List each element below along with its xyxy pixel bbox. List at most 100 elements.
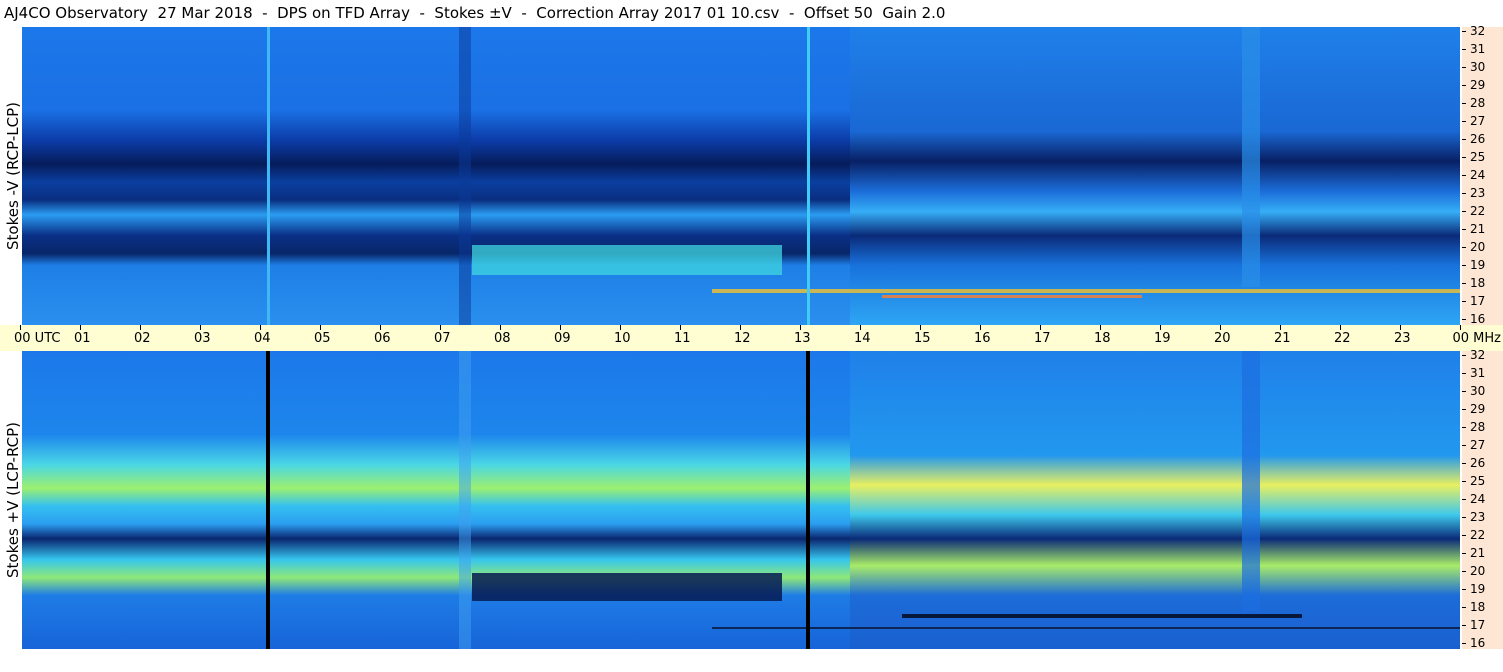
utc-tick-label: 11 (674, 331, 691, 346)
freq-tick (1462, 139, 1466, 140)
freq-tick (1462, 409, 1466, 410)
utc-tick (680, 325, 681, 330)
utc-tick (620, 325, 621, 330)
utc-tick-label: 03 (194, 331, 211, 346)
utc-tick-label: 10 (614, 331, 631, 346)
utc-tick-label: 00 MHz (1452, 331, 1502, 346)
freq-tick (1462, 85, 1466, 86)
utc-tick (320, 325, 321, 330)
freq-tick (1462, 607, 1466, 608)
freq-tick-label: 28 (1470, 96, 1486, 110)
freq-tick (1462, 67, 1466, 68)
freq-tick (1462, 121, 1466, 122)
utc-tick-label: 12 (734, 331, 751, 346)
utc-tick (740, 325, 741, 330)
utc-tick (1100, 325, 1101, 330)
freq-tick-label: 27 (1470, 114, 1486, 128)
freq-tick (1462, 247, 1466, 248)
freq-tick (1462, 463, 1466, 464)
freq-tick-label: 23 (1470, 510, 1486, 524)
utc-tick (140, 325, 141, 330)
utc-tick-label: 14 (854, 331, 871, 346)
freq-tick-label: 32 (1470, 348, 1486, 362)
freq-tick-label: 21 (1470, 546, 1486, 560)
utc-tick (260, 325, 261, 330)
utc-tick-label: 13 (794, 331, 811, 346)
utc-tick (440, 325, 441, 330)
freq-tick (1462, 175, 1466, 176)
freq-tick-label: 32 (1470, 24, 1486, 38)
spectrogram-stokes-minus-v (22, 27, 1460, 325)
freq-tick-label: 18 (1470, 276, 1486, 290)
freq-tick-label: 26 (1470, 456, 1486, 470)
utc-tick (800, 325, 801, 330)
utc-tick (1220, 325, 1221, 330)
freq-tick-label: 30 (1470, 384, 1486, 398)
freq-tick-label: 19 (1470, 258, 1486, 272)
utc-tick (1160, 325, 1161, 330)
freq-tick (1462, 211, 1466, 212)
freq-tick-label: 31 (1470, 366, 1486, 380)
utc-tick-label: 05 (314, 331, 331, 346)
freq-tick (1462, 445, 1466, 446)
freq-tick-label: 22 (1470, 528, 1486, 542)
utc-tick-label: 08 (494, 331, 511, 346)
freq-tick (1462, 103, 1466, 104)
freq-tick-label: 20 (1470, 564, 1486, 578)
utc-tick (80, 325, 81, 330)
utc-tick-label: 19 (1154, 331, 1171, 346)
freq-tick (1462, 391, 1466, 392)
freq-tick-label: 20 (1470, 240, 1486, 254)
freq-tick (1462, 517, 1466, 518)
frequency-axis-top: 32 31 30 29 28 27 26 25 24 23 22 21 20 19 18 17 16 (1462, 24, 1503, 326)
freq-tick-label: 25 (1470, 150, 1486, 164)
utc-tick (1280, 325, 1281, 330)
utc-tick-label: 15 (914, 331, 931, 346)
utc-tick-label: 17 (1034, 331, 1051, 346)
freq-tick-label: 25 (1470, 474, 1486, 488)
freq-tick-label: 31 (1470, 42, 1486, 56)
utc-tick (1040, 325, 1041, 330)
utc-tick-label: 00 UTC (14, 331, 61, 346)
freq-tick-label: 17 (1470, 294, 1486, 308)
utc-time-axis: 00 UTC 01 02 03 04 05 06 07 08 09 10 11 12 13 14 15 16 17… (0, 325, 1503, 351)
freq-tick (1462, 49, 1466, 50)
utc-tick-label: 21 (1274, 331, 1291, 346)
utc-tick-label: 18 (1094, 331, 1111, 346)
utc-tick-label: 23 (1394, 331, 1411, 346)
utc-tick-label: 02 (134, 331, 151, 346)
utc-tick-label: 16 (974, 331, 991, 346)
freq-tick (1462, 643, 1466, 644)
freq-tick-label: 18 (1470, 600, 1486, 614)
freq-tick (1462, 427, 1466, 428)
utc-tick-label: 01 (74, 331, 91, 346)
freq-tick-label: 29 (1470, 78, 1486, 92)
utc-tick (1340, 325, 1341, 330)
freq-tick-label: 16 (1470, 636, 1486, 650)
freq-tick-label: 16 (1470, 312, 1486, 326)
freq-tick-label: 17 (1470, 618, 1486, 632)
utc-tick-label: 22 (1334, 331, 1351, 346)
freq-tick-label: 21 (1470, 222, 1486, 236)
freq-tick (1462, 499, 1466, 500)
spectrogram-stokes-plus-v (22, 351, 1460, 649)
freq-tick (1462, 229, 1466, 230)
freq-tick (1462, 319, 1466, 320)
freq-tick-label: 19 (1470, 582, 1486, 596)
utc-tick-label: 07 (434, 331, 451, 346)
freq-tick (1462, 355, 1466, 356)
freq-tick (1462, 265, 1466, 266)
freq-tick (1462, 157, 1466, 158)
freq-tick-label: 30 (1470, 60, 1486, 74)
utc-tick (920, 325, 921, 330)
utc-tick (200, 325, 201, 330)
utc-tick (20, 325, 21, 330)
utc-tick-label: 06 (374, 331, 391, 346)
chart-title: AJ4CO Observatory 27 Mar 2018 - DPS on T… (4, 4, 946, 22)
freq-tick-label: 24 (1470, 168, 1486, 182)
freq-tick-label: 27 (1470, 438, 1486, 452)
freq-tick (1462, 535, 1466, 536)
freq-tick (1462, 301, 1466, 302)
freq-tick-label: 22 (1470, 204, 1486, 218)
utc-tick (980, 325, 981, 330)
